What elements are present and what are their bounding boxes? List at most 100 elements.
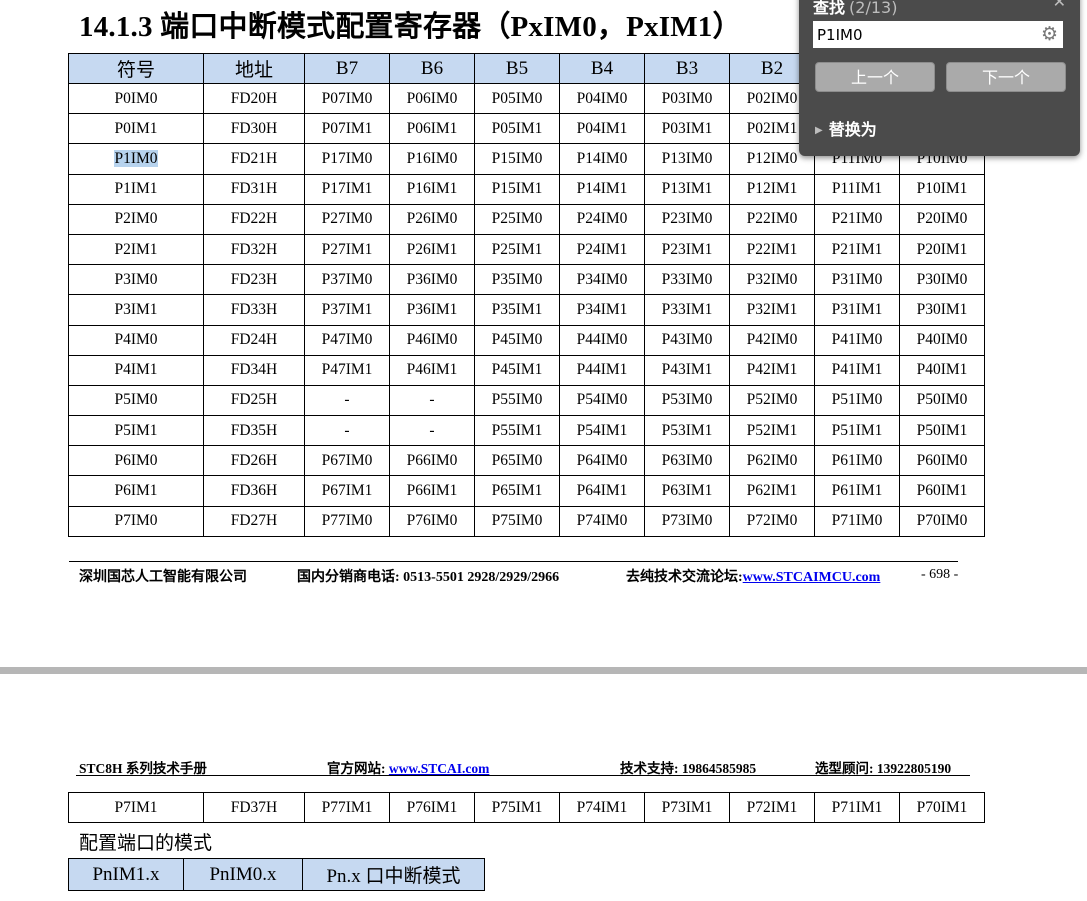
bit-cell: P71IM0 <box>814 505 900 537</box>
bit-cell: P14IM1 <box>559 173 645 205</box>
register-symbol-cell: P4IM0 <box>68 324 204 356</box>
register-symbol-cell: P3IM1 <box>68 294 204 326</box>
bit-cell: P52IM1 <box>729 415 815 447</box>
register-symbol-cell: P6IM0 <box>68 445 204 477</box>
register-symbol-cell: P0IM1 <box>68 113 204 145</box>
bit-cell: P45IM1 <box>474 354 560 386</box>
replace-toggle[interactable]: ▶ 替换为 <box>815 116 877 140</box>
bit-cell: P06IM1 <box>389 113 475 145</box>
mode-column-header: Pn.x 口中断模式 <box>302 858 485 891</box>
bit-cell: P70IM0 <box>899 505 985 537</box>
bit-cell: P26IM0 <box>389 203 475 235</box>
bit-cell: P53IM0 <box>644 384 730 417</box>
next-match-button[interactable]: 下一个 <box>946 62 1066 92</box>
bit-cell: P24IM0 <box>559 203 645 235</box>
footer-forum: 去纯技术交流论坛:www.STCAIMCU.com <box>626 566 880 586</box>
footer-forum-label: 去纯技术交流论坛: <box>626 570 743 585</box>
search-input[interactable] <box>813 21 1063 48</box>
bit-cell: P32IM0 <box>729 264 815 296</box>
bit-cell: P34IM0 <box>559 264 645 296</box>
table-row: P1IM1 FD31H P17IM1 P16IM1 P15IM1 P14IM1 P13IM1… <box>68 173 985 205</box>
bit-cell: P63IM1 <box>644 475 730 507</box>
bit-cell: P50IM1 <box>899 415 985 447</box>
register-address-cell: FD21H <box>203 143 305 175</box>
bit-cell: P64IM1 <box>559 475 645 507</box>
bit-cell: P10IM1 <box>899 173 985 205</box>
bit-cell: P25IM0 <box>474 203 560 235</box>
bit-cell: P62IM0 <box>729 445 815 477</box>
bit-cell: P41IM0 <box>814 324 900 356</box>
bit-cell: P15IM0 <box>474 143 560 175</box>
bit-cell: - <box>304 384 390 417</box>
bit-cell: P36IM1 <box>389 294 475 326</box>
bit-cell: P73IM1 <box>644 791 730 824</box>
column-header: B7 <box>304 53 390 84</box>
section-heading: 14.1.3 端口中断模式配置寄存器（PxIM0，PxIM1） <box>79 11 742 43</box>
register-symbol-cell: P5IM1 <box>68 415 204 447</box>
register-symbol-cell: P2IM1 <box>68 233 204 266</box>
gear-icon[interactable]: ⚙ <box>1041 23 1058 45</box>
bit-cell: P36IM0 <box>389 264 475 296</box>
bit-cell: P06IM0 <box>389 82 475 115</box>
bit-cell: P44IM1 <box>559 354 645 386</box>
bit-cell: P76IM1 <box>389 791 475 824</box>
site-link[interactable]: www.STCAI.com <box>389 761 490 776</box>
table-row: P6IM1 FD36H P67IM1 P66IM1 P65IM1 P64IM1 P63IM1… <box>68 475 985 507</box>
bit-cell: P30IM1 <box>899 294 985 326</box>
bit-cell: P12IM1 <box>729 173 815 205</box>
close-icon[interactable]: ✕ <box>1053 0 1066 11</box>
bit-cell: P42IM1 <box>729 354 815 386</box>
register-address-cell: FD34H <box>203 354 305 386</box>
bit-cell: P52IM0 <box>729 384 815 417</box>
bit-cell: P41IM1 <box>814 354 900 386</box>
table-row: P7IM1 FD37H P77IM1 P76IM1 P75IM1 P74IM1 P73IM1… <box>68 791 985 824</box>
bit-cell: P67IM0 <box>304 445 390 477</box>
register-address-cell: FD20H <box>203 82 305 115</box>
bit-cell: P75IM0 <box>474 505 560 537</box>
previous-match-button[interactable]: 上一个 <box>815 62 935 92</box>
find-title-label: 查找 <box>813 0 846 17</box>
bit-cell: P35IM1 <box>474 294 560 326</box>
table-row: P7IM0 FD27H P77IM0 P76IM0 P75IM0 P74IM0 P73IM0… <box>68 505 985 537</box>
bit-cell: P50IM0 <box>899 384 985 417</box>
forum-link[interactable]: www.STCAIMCU.com <box>743 570 881 585</box>
bit-cell: P63IM0 <box>644 445 730 477</box>
register-address-cell: FD31H <box>203 173 305 205</box>
bit-cell: P05IM1 <box>474 113 560 145</box>
bit-cell: P67IM1 <box>304 475 390 507</box>
bit-cell: P37IM1 <box>304 294 390 326</box>
bit-cell: P32IM1 <box>729 294 815 326</box>
bit-cell: P66IM1 <box>389 475 475 507</box>
bit-cell: P75IM1 <box>474 791 560 824</box>
bit-cell: P03IM1 <box>644 113 730 145</box>
find-title: 查找 (2/13) <box>813 0 897 18</box>
bit-cell: P23IM1 <box>644 233 730 266</box>
table-row: P6IM0 FD26H P67IM0 P66IM0 P65IM0 P64IM0 P63IM0… <box>68 445 985 477</box>
bit-cell: P60IM0 <box>899 445 985 477</box>
bit-cell: P53IM1 <box>644 415 730 447</box>
mode-column-header: PnIM1.x <box>68 858 184 891</box>
bit-cell: P46IM1 <box>389 354 475 386</box>
bit-cell: P55IM0 <box>474 384 560 417</box>
register-symbol-cell: P0IM0 <box>68 82 204 115</box>
bit-cell: P40IM0 <box>899 324 985 356</box>
bit-cell: P61IM0 <box>814 445 900 477</box>
table-row: P3IM1 FD33H P37IM1 P36IM1 P35IM1 P34IM1 P33IM1… <box>68 294 985 326</box>
chevron-right-icon: ▶ <box>815 125 823 136</box>
register-symbol-cell: P4IM1 <box>68 354 204 386</box>
bit-cell: P47IM0 <box>304 324 390 356</box>
bit-cell: P22IM1 <box>729 233 815 266</box>
bit-cell: P46IM0 <box>389 324 475 356</box>
find-panel: 查找(2/13) ✕ ⚙ 上一个 下一个 ▶ 替换为 <box>799 0 1080 156</box>
mode-table-header-row: PnIM1.x PnIM0.x Pn.x 口中断模式 <box>68 858 485 891</box>
register-address-cell: FD27H <box>203 505 305 537</box>
bit-cell: P22IM0 <box>729 203 815 235</box>
table-row: P2IM0 FD22H P27IM0 P26IM0 P25IM0 P24IM0 P23IM0… <box>68 203 985 235</box>
bit-cell: P74IM0 <box>559 505 645 537</box>
bit-cell: P23IM0 <box>644 203 730 235</box>
bit-cell: P20IM0 <box>899 203 985 235</box>
register-symbol-cell: P7IM1 <box>68 791 204 824</box>
bit-cell: P54IM0 <box>559 384 645 417</box>
register-address-cell: FD25H <box>203 384 305 417</box>
bit-cell: P65IM1 <box>474 475 560 507</box>
